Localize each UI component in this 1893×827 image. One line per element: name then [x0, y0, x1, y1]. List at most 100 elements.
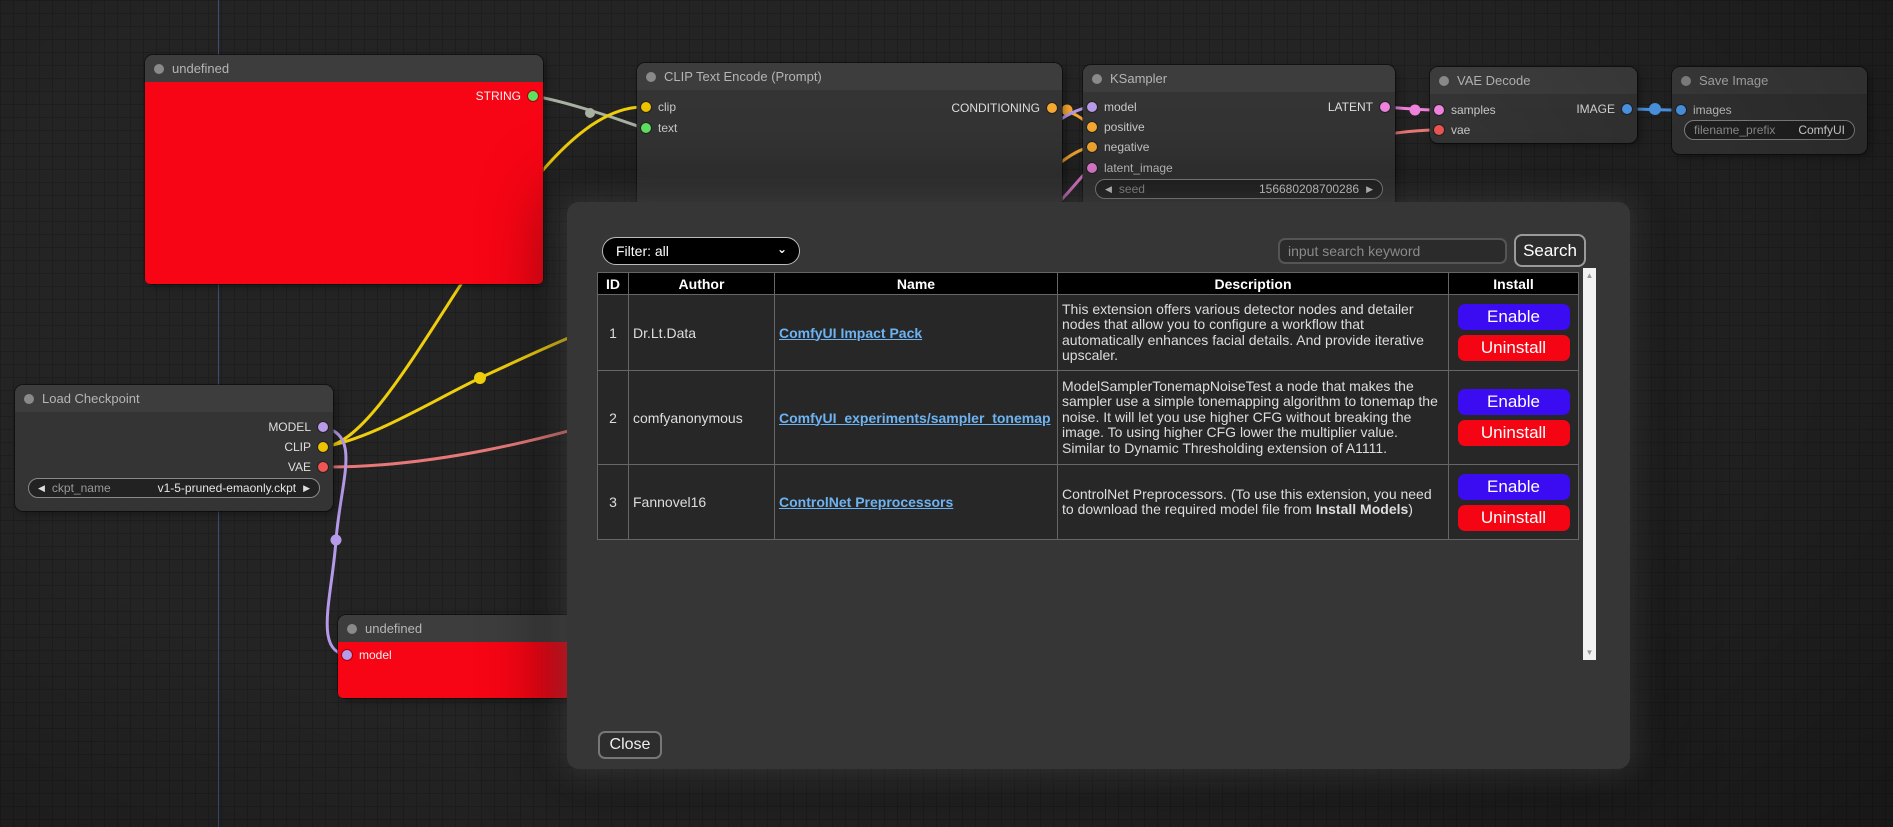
output-slot-string[interactable]: STRING: [476, 89, 538, 103]
search-button[interactable]: Search: [1514, 234, 1586, 267]
scroll-down-icon[interactable]: ▼: [1583, 648, 1596, 657]
slot-label: vae: [1451, 123, 1470, 137]
collapse-dot-icon[interactable]: [1681, 76, 1691, 86]
id-cell: 1: [598, 295, 629, 371]
samples-input-dot-icon[interactable]: [1434, 105, 1444, 115]
slot-label: CLIP: [284, 440, 311, 454]
install-cell: Enable Uninstall: [1449, 371, 1579, 465]
negative-input-dot-icon[interactable]: [1087, 142, 1097, 152]
node-title-bar[interactable]: Load Checkpoint: [15, 385, 333, 412]
node-ksampler[interactable]: KSampler model positive negative latent_…: [1083, 65, 1395, 211]
clip-output-dot-icon[interactable]: [318, 442, 328, 452]
description-text: This extension offers various detector n…: [1062, 301, 1424, 364]
collapse-dot-icon[interactable]: [24, 394, 34, 404]
collapse-dot-icon[interactable]: [1439, 76, 1449, 86]
slot-label: model: [1104, 100, 1137, 114]
output-slot-vae[interactable]: VAE: [288, 460, 328, 474]
input-slot-vae[interactable]: vae: [1434, 123, 1470, 137]
description-cell: ModelSamplerTonemapNoiseTest a node that…: [1058, 371, 1449, 465]
search-input[interactable]: [1278, 238, 1507, 264]
uninstall-button[interactable]: Uninstall: [1458, 420, 1570, 446]
input-slot-samples[interactable]: samples: [1434, 103, 1496, 117]
input-slot-model[interactable]: model: [342, 648, 392, 662]
node-undefined-top[interactable]: undefined STRING: [145, 55, 543, 284]
output-slot-model[interactable]: MODEL: [268, 420, 328, 434]
collapse-dot-icon[interactable]: [347, 624, 357, 634]
vae-input-dot-icon[interactable]: [1434, 125, 1444, 135]
input-slot-text[interactable]: text: [641, 121, 677, 135]
vae-output-dot-icon[interactable]: [318, 462, 328, 472]
node-title-bar[interactable]: VAE Decode: [1430, 67, 1637, 94]
header-id: ID: [598, 273, 629, 295]
increment-arrow-icon[interactable]: ▶: [1366, 185, 1373, 194]
decrement-arrow-icon[interactable]: ◀: [1105, 185, 1112, 194]
extension-name-link[interactable]: ControlNet Preprocessors: [779, 494, 953, 510]
close-button[interactable]: Close: [598, 731, 662, 759]
filename-prefix-widget[interactable]: filename_prefix ComfyUI: [1684, 120, 1855, 140]
description-cell: This extension offers various detector n…: [1058, 295, 1449, 371]
slot-label: LATENT: [1328, 100, 1373, 114]
header-description: Description: [1058, 273, 1449, 295]
clip-input-dot-icon[interactable]: [641, 102, 651, 112]
slot-label: IMAGE: [1576, 102, 1615, 116]
extension-name-link[interactable]: ComfyUI Impact Pack: [779, 325, 922, 341]
input-slot-model[interactable]: model: [1087, 100, 1137, 114]
input-slot-images[interactable]: images: [1676, 103, 1732, 117]
filter-select[interactable]: Filter: all: [602, 237, 800, 265]
latent-output-dot-icon[interactable]: [1380, 102, 1390, 112]
table-scrollbar[interactable]: ▲ ▼: [1583, 268, 1596, 660]
extension-table: ID Author Name Description Install 1Dr.L…: [597, 272, 1579, 540]
collapse-dot-icon[interactable]: [1092, 74, 1102, 84]
output-slot-latent[interactable]: LATENT: [1328, 100, 1390, 114]
enable-button[interactable]: Enable: [1458, 474, 1570, 500]
widget-value: 156680208700286: [1259, 182, 1359, 196]
header-install: Install: [1449, 273, 1579, 295]
positive-input-dot-icon[interactable]: [1087, 122, 1097, 132]
node-title-bar[interactable]: Save Image: [1672, 67, 1867, 94]
scroll-up-icon[interactable]: ▲: [1583, 271, 1596, 280]
model-input-dot-icon[interactable]: [342, 650, 352, 660]
previous-arrow-icon[interactable]: ◀: [38, 484, 45, 493]
slot-label: model: [359, 648, 392, 662]
image-output-dot-icon[interactable]: [1622, 104, 1632, 114]
output-slot-conditioning[interactable]: CONDITIONING: [951, 101, 1057, 115]
table-header-row: ID Author Name Description Install: [598, 273, 1579, 295]
node-title-bar[interactable]: undefined: [145, 55, 543, 82]
node-vae-decode[interactable]: VAE Decode samples vae IMAGE: [1430, 67, 1637, 143]
model-output-dot-icon[interactable]: [318, 422, 328, 432]
output-slot-image[interactable]: IMAGE: [1576, 102, 1632, 116]
extension-name-link[interactable]: ComfyUI_experiments/sampler_tonemap: [779, 410, 1051, 426]
collapse-dot-icon[interactable]: [154, 64, 164, 74]
images-input-dot-icon[interactable]: [1676, 105, 1686, 115]
ckpt-name-widget[interactable]: ◀ ckpt_name v1-5-pruned-emaonly.ckpt ▶: [28, 478, 320, 498]
input-slot-negative[interactable]: negative: [1087, 140, 1149, 154]
enable-button[interactable]: Enable: [1458, 304, 1570, 330]
latent-input-dot-icon[interactable]: [1087, 163, 1097, 173]
name-cell: ComfyUI_experiments/sampler_tonemap: [775, 371, 1058, 465]
name-cell: ControlNet Preprocessors: [775, 465, 1058, 540]
enable-button[interactable]: Enable: [1458, 389, 1570, 415]
node-clip-text-encode[interactable]: CLIP Text Encode (Prompt) clip text COND…: [637, 63, 1062, 209]
node-title-bar[interactable]: KSampler: [1083, 65, 1395, 92]
author-cell: Fannovel16: [629, 465, 775, 540]
next-arrow-icon[interactable]: ▶: [303, 484, 310, 493]
uninstall-button[interactable]: Uninstall: [1458, 335, 1570, 361]
model-input-dot-icon[interactable]: [1087, 102, 1097, 112]
collapse-dot-icon[interactable]: [646, 72, 656, 82]
seed-widget[interactable]: ◀ seed 156680208700286 ▶: [1095, 179, 1383, 199]
input-slot-positive[interactable]: positive: [1087, 120, 1145, 134]
output-slot-clip[interactable]: CLIP: [284, 440, 328, 454]
node-title: undefined: [172, 61, 229, 76]
input-slot-clip[interactable]: clip: [641, 100, 676, 114]
description-text: Install Models: [1316, 501, 1409, 517]
string-output-dot-icon[interactable]: [528, 91, 538, 101]
text-input-dot-icon[interactable]: [641, 123, 651, 133]
input-slot-latent-image[interactable]: latent_image: [1087, 161, 1173, 175]
uninstall-button[interactable]: Uninstall: [1458, 505, 1570, 531]
description-text: ModelSamplerTonemapNoiseTest a node that…: [1062, 378, 1438, 456]
node-title-bar[interactable]: CLIP Text Encode (Prompt): [637, 63, 1062, 90]
slot-label: latent_image: [1104, 161, 1173, 175]
node-load-checkpoint[interactable]: Load Checkpoint MODEL CLIP VAE ◀ ckpt_na…: [15, 385, 333, 511]
node-save-image[interactable]: Save Image images filename_prefix ComfyU…: [1672, 67, 1867, 154]
conditioning-output-dot-icon[interactable]: [1047, 103, 1057, 113]
